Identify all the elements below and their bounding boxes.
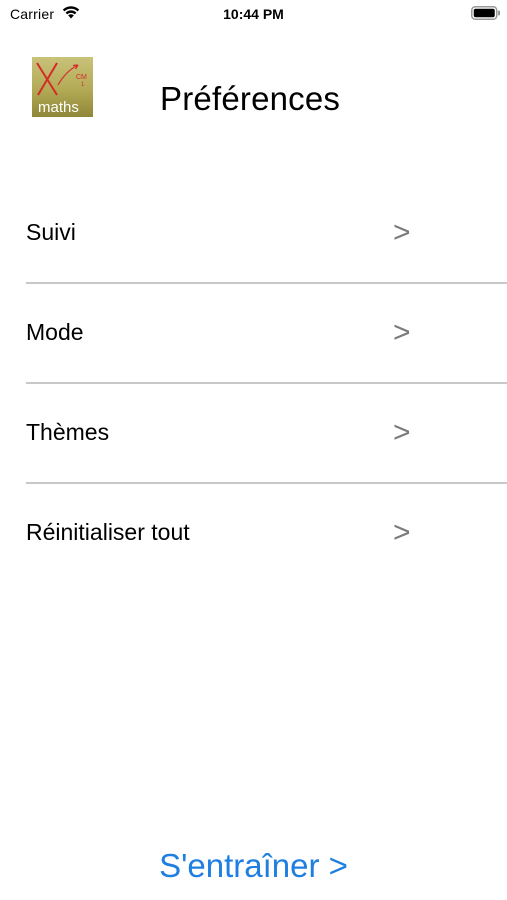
menu-item-suivi[interactable]: Suivi > [0,183,507,283]
menu-item-themes[interactable]: Thèmes > [0,382,507,483]
logo-superscript: CM [76,74,87,81]
chevron-right-icon: > [393,216,411,249]
status-time: 10:44 PM [223,6,284,22]
train-button[interactable]: S'entraîner > [0,847,507,885]
preferences-screen: Carrier 10:44 PM CM 1 maths Préférences … [0,0,507,900]
chevron-right-icon: > [393,416,411,449]
app-logo: CM 1 maths [32,57,93,117]
battery-icon [471,6,500,20]
chevron-right-icon: > [393,516,411,549]
menu-item-label: Réinitialiser tout [26,519,190,545]
menu-item-label: Thèmes [26,419,110,445]
logo-text: maths [38,99,79,116]
chevron-right-icon: > [393,316,411,349]
menu-item-reset-all[interactable]: Réinitialiser tout > [0,482,507,583]
menu-item-label: Suivi [26,219,76,245]
preferences-menu: Suivi > Mode > Thèmes > Réinitialiser to… [0,183,507,583]
menu-item-label: Mode [26,319,84,345]
menu-item-mode[interactable]: Mode > [0,282,507,383]
status-bar: Carrier 10:44 PM [0,0,507,28]
page-title: Préférences [160,80,341,117]
